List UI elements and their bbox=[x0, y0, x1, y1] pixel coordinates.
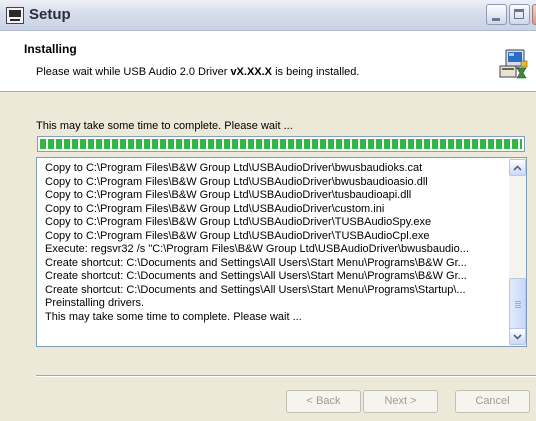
cancel-button[interactable]: Cancel bbox=[455, 390, 530, 413]
log-line: Copy to C:\Program Files\B&W Group Ltd\U… bbox=[45, 162, 423, 174]
title-bar[interactable]: Setup bbox=[0, 0, 536, 31]
driver-version: vX.XX.X bbox=[230, 66, 273, 78]
installer-computer-icon bbox=[499, 49, 528, 79]
page-heading: Installing bbox=[24, 42, 77, 56]
window-title: Setup bbox=[29, 6, 71, 23]
log-line: Create shortcut: C:\Documents and Settin… bbox=[45, 256, 467, 269]
vertical-scrollbar[interactable] bbox=[509, 158, 526, 346]
log-line: Copy to C:\Program Files\B&W Group Ltd\U… bbox=[45, 189, 412, 201]
scroll-thumb[interactable] bbox=[509, 278, 526, 331]
log-line: This may take some time to complete. Ple… bbox=[45, 310, 302, 323]
subtext-prefix: Please wait while USB Audio 2.0 Driver bbox=[36, 66, 231, 78]
minimize-button[interactable] bbox=[486, 4, 507, 25]
progress-bar bbox=[37, 136, 525, 152]
page-subtext: Please wait while USB Audio 2.0 Driver v… bbox=[36, 66, 359, 78]
log-line: Copy to C:\Program Files\B&W Group Ltd\U… bbox=[45, 229, 430, 242]
install-log[interactable]: Copy to C:\Program Files\B&W Group Ltd\U… bbox=[36, 157, 527, 347]
close-button[interactable] bbox=[532, 4, 536, 25]
maximize-icon bbox=[514, 9, 524, 19]
log-line: Copy to C:\Program Files\B&W Group Ltd\U… bbox=[45, 216, 432, 228]
chevron-up-icon bbox=[513, 164, 522, 171]
next-button[interactable]: Next > bbox=[363, 390, 438, 413]
footer-separator bbox=[36, 375, 536, 377]
subtext-suffix: is being installed. bbox=[272, 66, 360, 78]
back-button[interactable]: < Back bbox=[286, 390, 361, 413]
scroll-up-button[interactable] bbox=[509, 159, 526, 176]
log-line: Copy to C:\Program Files\B&W Group Ltd\U… bbox=[45, 202, 385, 215]
chevron-down-icon bbox=[513, 333, 522, 340]
scroll-down-button[interactable] bbox=[509, 328, 526, 345]
log-list: Copy to C:\Program Files\B&W Group Ltd\U… bbox=[45, 162, 497, 324]
progress-label: This may take some time to complete. Ple… bbox=[36, 120, 293, 132]
log-line: Create shortcut: C:\Documents and Settin… bbox=[45, 270, 467, 282]
grip-icon bbox=[515, 301, 521, 308]
setup-app-icon bbox=[6, 7, 24, 24]
log-line: Create shortcut: C:\Documents and Settin… bbox=[45, 283, 466, 296]
log-line: Preinstalling drivers. bbox=[45, 297, 145, 309]
log-line: Copy to C:\Program Files\B&W Group Ltd\U… bbox=[45, 175, 428, 188]
maximize-button[interactable] bbox=[509, 4, 530, 25]
minimize-icon bbox=[492, 18, 500, 21]
header-panel: Installing Please wait while USB Audio 2… bbox=[0, 31, 536, 92]
progress-fill bbox=[40, 139, 522, 149]
log-line: Execute: regsvr32 /s "C:\Program Files\B… bbox=[45, 243, 469, 255]
